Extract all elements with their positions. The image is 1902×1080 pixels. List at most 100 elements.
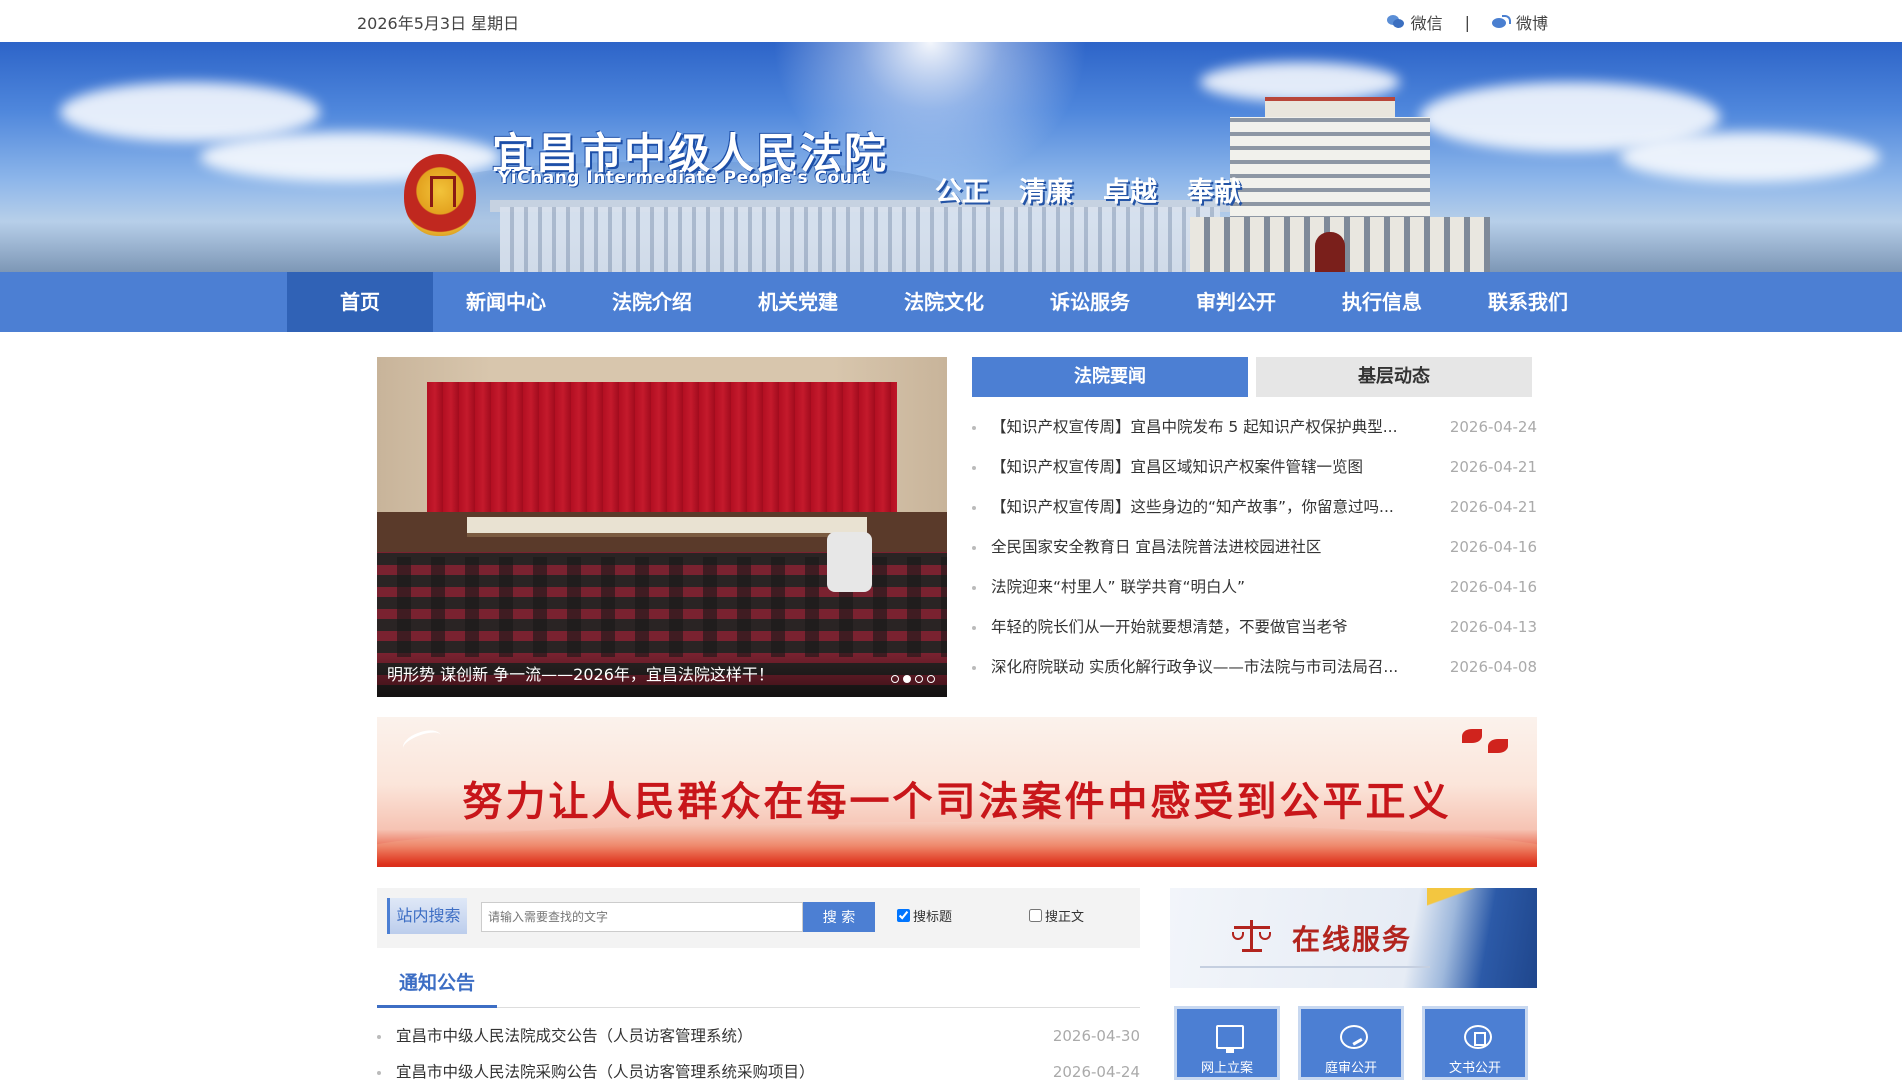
news-title: 年轻的院长们从一开始就要想清楚，不要做官当老爷 [991, 618, 1348, 636]
news-item[interactable]: 【知识产权宣传周】宜昌中院发布 5 起知识产权保护典型... 2026-04-24 [972, 407, 1537, 447]
notice-item-title: 宜昌市中级人民法院成交公告（人员访客管理系统） [396, 1027, 753, 1045]
top-bar: 2026年5月3日 星期日 微信 | 微博 [0, 0, 1902, 42]
search-body-checkbox[interactable] [1029, 909, 1042, 922]
notice-list: 宜昌市中级人民法院成交公告（人员访客管理系统） 2026-04-30 宜昌市中级人… [377, 1018, 1140, 1080]
search-body-option[interactable]: 搜正文 [1029, 906, 1084, 925]
dove-icon [399, 725, 445, 759]
news-item[interactable]: 年轻的院长们从一开始就要想清楚，不要做官当老爷 2026-04-13 [972, 607, 1537, 647]
carousel-dot[interactable] [927, 675, 935, 683]
monitor-icon [1216, 1025, 1244, 1053]
carousel-dot[interactable] [915, 675, 923, 683]
nav-item-party-building[interactable]: 机关党建 [725, 272, 871, 332]
main-nav: 首页 新闻中心 法院介绍 机关党建 法院文化 诉讼服务 审判公开 执行信息 联系… [0, 272, 1902, 332]
notice-header: 通知公告 [377, 958, 1140, 1008]
news-item[interactable]: 法院迎来“村里人” 联学共育“明白人” 2026-04-16 [972, 567, 1537, 607]
notice-item-title: 宜昌市中级人民法院采购公告（人员访客管理系统采购项目） [396, 1063, 815, 1080]
court-name-english: YiChang Intermediate People's Court [498, 168, 870, 188]
news-tabs: 法院要闻 基层动态 [972, 357, 1537, 397]
tab-court-news[interactable]: 法院要闻 [972, 357, 1248, 397]
nav-item-litigation-service[interactable]: 诉讼服务 [1017, 272, 1163, 332]
online-filing-button[interactable]: 网上立案 [1174, 1006, 1280, 1080]
news-date: 2026-04-16 [1449, 578, 1537, 596]
news-date: 2026-04-21 [1449, 498, 1537, 516]
court-emblem-icon [404, 154, 476, 236]
news-title: 全民国家安全教育日 宜昌法院普法进校园进社区 [991, 538, 1322, 556]
red-ribbon [377, 822, 1537, 867]
news-title: 深化府院联动 实质化解行政争议——市法院与市司法局召... [991, 658, 1399, 676]
cloud [1200, 62, 1400, 102]
document-disclosure-button[interactable]: 文书公开 [1422, 1006, 1528, 1080]
trial-disclosure-button[interactable]: 庭审公开 [1298, 1006, 1404, 1080]
service-label: 网上立案 [1200, 1061, 1253, 1076]
search-label: 站内搜索 [387, 898, 467, 934]
nav-item-court-culture[interactable]: 法院文化 [871, 272, 1017, 332]
search-input[interactable] [481, 902, 803, 932]
motto-item: 奉献 [1187, 177, 1241, 208]
online-service-title: 在线服务 [1292, 923, 1413, 956]
weibo-link[interactable]: 微博 [1491, 10, 1548, 34]
carousel-caption[interactable]: 明形势 谋创新 争一流——2026年，宜昌法院这样干！ [387, 661, 774, 685]
divider-line [1200, 966, 1430, 968]
notice-item[interactable]: 宜昌市中级人民法院成交公告（人员访客管理系统） 2026-04-30 [377, 1018, 1140, 1054]
court-motto: 公正 清廉 卓越 奉献 [935, 170, 1241, 209]
nav-item-enforcement-info[interactable]: 执行信息 [1309, 272, 1455, 332]
page: 2026年5月3日 星期日 微信 | 微博 宜昌市中级人民法院 YiChang … [0, 0, 1902, 1080]
weibo-icon [1491, 15, 1511, 29]
notice-item[interactable]: 宜昌市中级人民法院采购公告（人员访客管理系统采购项目） 2026-04-24 [377, 1054, 1140, 1080]
carousel-dot-active[interactable] [903, 675, 911, 683]
tab-grassroots-news[interactable]: 基层动态 [1256, 357, 1532, 397]
news-item[interactable]: 【知识产权宣传周】这些身边的“知产故事”，你留意过吗... 2026-04-21 [972, 487, 1537, 527]
online-service-banner[interactable]: 在线服务 [1170, 888, 1537, 988]
building-entrance [1315, 232, 1345, 272]
gavel-icon [1340, 1025, 1368, 1049]
wechat-label: 微信 [1410, 14, 1443, 33]
social-links: 微信 | 微博 [1386, 10, 1548, 34]
nav-item-court-intro[interactable]: 法院介绍 [579, 272, 725, 332]
news-title: 【知识产权宣传周】宜昌区域知识产权案件管辖一览图 [991, 458, 1364, 476]
news-title: 【知识产权宣传周】这些身边的“知产故事”，你留意过吗... [991, 498, 1394, 516]
news-title: 【知识产权宣传周】宜昌中院发布 5 起知识产权保护典型... [991, 418, 1398, 436]
yellow-accent [1427, 888, 1537, 988]
document-icon [1464, 1025, 1492, 1049]
header-banner [0, 42, 1902, 272]
notice-title[interactable]: 通知公告 [377, 958, 497, 1008]
news-title: 法院迎来“村里人” 联学共育“明白人” [991, 578, 1246, 596]
notice-item-date: 2026-04-30 [1052, 1027, 1140, 1045]
nav-item-home[interactable]: 首页 [287, 272, 433, 332]
video-camera [827, 532, 872, 592]
court-emblem-logo[interactable] [404, 154, 476, 236]
search-title-checkbox[interactable] [897, 909, 910, 922]
slogan-text: 努力让人民群众在每一个司法案件中感受到公平正义 [462, 778, 1452, 825]
weibo-label: 微博 [1515, 14, 1548, 33]
online-service-buttons: 网上立案 庭审公开 文书公开 [1174, 1006, 1528, 1080]
news-item[interactable]: 【知识产权宣传周】宜昌区域知识产权案件管辖一览图 2026-04-21 [972, 447, 1537, 487]
search-title-option[interactable]: 搜标题 [897, 906, 952, 925]
news-item[interactable]: 深化府院联动 实质化解行政争议——市法院与市司法局召... 2026-04-08 [972, 647, 1537, 687]
current-date: 2026年5月3日 星期日 [357, 14, 520, 33]
news-carousel[interactable]: 明形势 谋创新 争一流——2026年，宜昌法院这样干！ [377, 357, 947, 697]
slogan-banner[interactable]: 努力让人民群众在每一个司法案件中感受到公平正义 [377, 717, 1537, 867]
motto-item: 清廉 [1019, 177, 1073, 208]
site-search: 站内搜索 搜 索 搜标题 搜正文 [377, 888, 1140, 948]
news-panel: 法院要闻 基层动态 【知识产权宣传周】宜昌中院发布 5 起知识产权保护典型...… [972, 357, 1537, 697]
motto-item: 公正 [935, 177, 989, 208]
social-separator: | [1464, 12, 1470, 32]
wechat-icon [1386, 15, 1405, 29]
nav-item-trial-disclosure[interactable]: 审判公开 [1163, 272, 1309, 332]
service-label: 庭审公开 [1324, 1061, 1377, 1076]
service-label: 文书公开 [1448, 1061, 1501, 1076]
notice-item-date: 2026-04-24 [1052, 1063, 1140, 1080]
search-button[interactable]: 搜 索 [803, 902, 875, 932]
rostrum-table [467, 517, 867, 537]
stage-curtain [427, 382, 897, 517]
wechat-link[interactable]: 微信 [1386, 10, 1443, 34]
nav-item-contact-us[interactable]: 联系我们 [1455, 272, 1601, 332]
news-list: 【知识产权宣传周】宜昌中院发布 5 起知识产权保护典型... 2026-04-24… [972, 407, 1537, 687]
carousel-dots [891, 675, 935, 683]
red-birds-icon [1462, 729, 1512, 759]
news-date: 2026-04-13 [1449, 618, 1537, 636]
nav-item-news-center[interactable]: 新闻中心 [433, 272, 579, 332]
news-item[interactable]: 全民国家安全教育日 宜昌法院普法进校园进社区 2026-04-16 [972, 527, 1537, 567]
news-date: 2026-04-21 [1449, 458, 1537, 476]
carousel-dot[interactable] [891, 675, 899, 683]
